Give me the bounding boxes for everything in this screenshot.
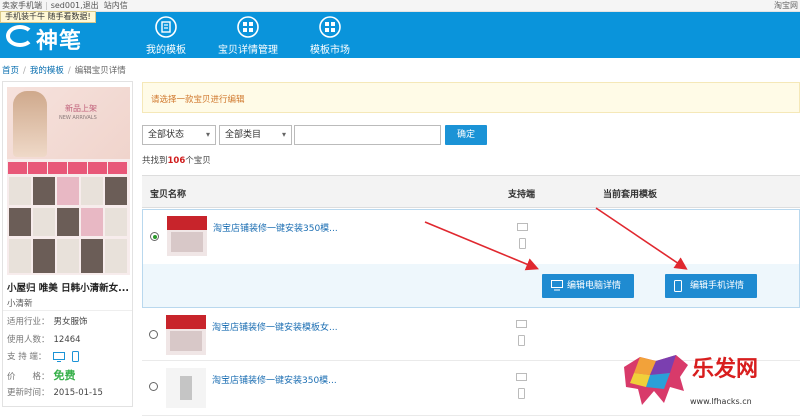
category-select[interactable]: 全部类目 ▾ [219,125,292,145]
search-input[interactable] [294,125,441,145]
breadcrumb: 首页 / 我的模板 / 编辑宝贝详情 [2,66,126,76]
mobile-icon [71,351,79,362]
product-thumbnail[interactable] [166,315,206,355]
watermark: 乐发网 www.lfhacks.cn [620,345,800,415]
nav-item-detail-manage[interactable]: 宝贝详情管理 [218,16,278,56]
product-title[interactable]: 淘宝店铺装修一键安装350模... [212,373,337,386]
logout-link[interactable]: 退出 [83,1,99,10]
row-radio[interactable] [149,382,158,391]
grid-icon [237,16,259,38]
preview-banner: 新品上架 NEW ARRIVALS [7,87,130,159]
desktop-icon [551,280,563,291]
chevron-down-icon: ▾ [281,130,286,139]
chevron-down-icon: ▾ [205,130,210,139]
main-nav: 神笔 我的模板 宝贝详情管理 模板市场 [0,12,800,58]
status-select[interactable]: 全部状态 ▾ [142,125,216,145]
nav-label: 我的模板 [146,45,186,56]
market-icon [319,16,341,38]
template-desc: 小清新 [7,299,33,309]
product-thumbnail[interactable] [166,368,206,408]
bull-logo-icon [624,355,688,405]
support-row: 支 持 端： [7,350,79,362]
mobile-icon [518,388,525,399]
select-item-notice: 请选择一款宝贝进行编辑 [142,82,800,113]
template-icon [155,16,177,38]
support-devices [517,223,529,249]
template-card: 新品上架 NEW ARRIVALS 小屋归 唯美 日韩小清新女... 小清新 适… [2,81,133,407]
col-item-name: 宝贝名称 [150,190,187,200]
product-thumbnail[interactable] [167,216,207,256]
username: sed001 [50,1,81,10]
template-name[interactable]: 小屋归 唯美 日韩小清新女... [7,280,132,294]
support-devices [516,320,528,346]
nav-label: 宝贝详情管理 [218,45,278,56]
col-current-template: 当前套用模板 [603,190,658,200]
desktop-icon [517,223,528,231]
watermark-url: www.lfhacks.cn [690,397,752,406]
mobile-icon [519,238,526,249]
desktop-icon [516,320,527,328]
desktop-icon [53,351,66,362]
updated-row: 更新时间： 2015-01-15 [7,388,103,398]
breadcrumb-home[interactable]: 首页 [2,66,19,76]
product-title[interactable]: 淘宝店铺装修一键安装模板女... [212,320,338,333]
product-title[interactable]: 淘宝店铺装修一键安装350模... [213,221,338,234]
nav-template-market[interactable]: 模板市场 [310,16,350,56]
message-link[interactable]: 站内信 [104,1,128,10]
qianniu-tooltip: 手机装千牛 随手看数据! [0,11,96,23]
mobile-icon [674,280,682,292]
row-radio[interactable] [149,330,158,339]
nav-label: 模板市场 [310,45,350,56]
desktop-icon [516,373,527,381]
row-radio[interactable] [150,232,159,241]
table-row[interactable]: 淘宝店铺装修一键安装350模... [142,209,800,265]
industry-row: 适用行业： 男女服饰 [7,317,88,327]
support-devices [516,373,528,399]
watermark-brand: 乐发网 [692,356,759,382]
table-header: 宝贝名称 支持端 当前套用模板 [142,175,800,208]
logo-mark-icon [6,25,34,47]
price-row: 价 格： 免费 [7,369,76,382]
banner-subtitle: NEW ARRIVALS [59,115,97,121]
confirm-button[interactable]: 确定 [445,125,487,145]
edit-mobile-detail-button[interactable]: 编辑手机详情 [665,274,757,298]
result-count: 共找到106个宝贝 [142,156,211,166]
col-support: 支持端 [508,190,536,200]
template-preview-image[interactable]: 新品上架 NEW ARRIVALS [7,87,130,275]
breadcrumb-current: 编辑宝贝详情 [74,66,126,76]
banner-title: 新品上架 [65,104,97,113]
nav-my-templates[interactable]: 我的模板 [146,16,186,56]
edit-pc-detail-button[interactable]: 编辑电脑详情 [542,274,634,298]
taobao-link[interactable]: 淘宝网 [774,0,798,11]
mobile-icon [518,335,525,346]
breadcrumb-my-templates[interactable]: 我的模板 [30,66,64,76]
top-strip: 卖家手机端 | sed001,退出 站内信 淘宝网 [0,0,800,12]
logo[interactable]: 神笔 [6,19,94,54]
users-row: 使用人数： 12464 [7,335,81,345]
logo-text: 神笔 [36,29,83,54]
row-actions: 编辑电脑详情 编辑手机详情 [142,264,800,308]
mobile-seller-link[interactable]: 卖家手机端 [2,1,42,10]
